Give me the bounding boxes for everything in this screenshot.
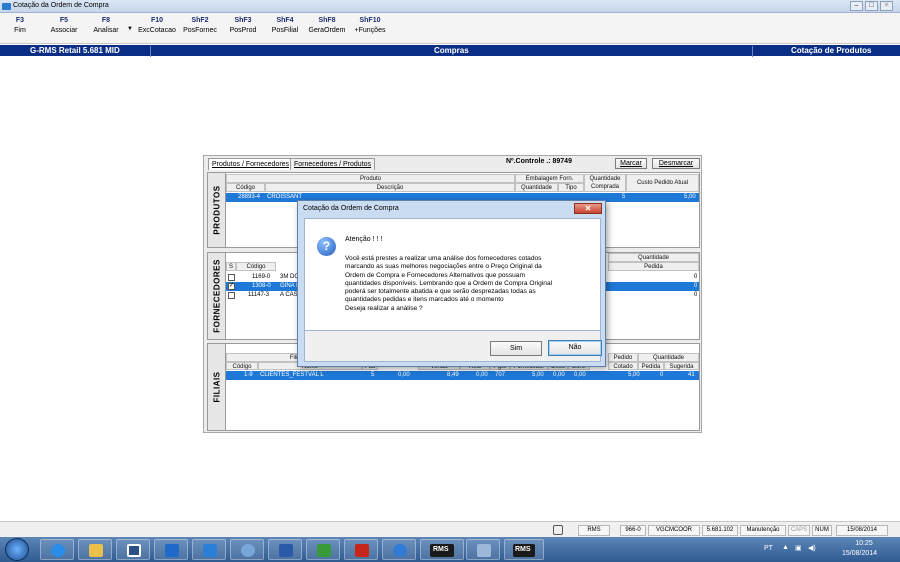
- app-taskbar-button[interactable]: [230, 539, 264, 560]
- minimize-icon[interactable]: –: [850, 1, 863, 11]
- volume-icon[interactable]: ◀): [808, 544, 816, 552]
- fim-button[interactable]: F3 Fim: [0, 17, 40, 34]
- header-custo-pedido: Custo Pedido Atual: [626, 174, 699, 192]
- row-checkbox[interactable]: [228, 274, 235, 281]
- confirm-dialog: Cotação da Ordem de Compra ✕ ? Atenção !…: [297, 200, 606, 367]
- window-title: Cotação da Ordem de Compra: [13, 2, 109, 9]
- dialog-message: Você está prestes a realizar uma análise…: [345, 255, 553, 312]
- header-quantidade: Quantidade: [638, 353, 699, 362]
- acrobat-taskbar-button[interactable]: [344, 539, 378, 560]
- header-produto: Produto: [226, 174, 515, 183]
- app-taskbar-button[interactable]: [466, 539, 500, 560]
- desmarcar-button[interactable]: Desmarcar: [652, 158, 700, 169]
- header-pedido: Pedido: [608, 353, 638, 362]
- header-tipo: Tipo: [558, 183, 584, 192]
- tab-produtos-fornecedores[interactable]: Produtos / Fornecedores: [208, 158, 294, 170]
- header-sugerida: Sugerida: [664, 362, 699, 370]
- function-key-toolbar: F3 Fim F5 Associar F8 Analisar ▼ F10 ExcCota…: [0, 13, 900, 44]
- header-embalagem: Embalagem Forn.: [515, 174, 584, 183]
- header-quantidade: Quantidade: [515, 183, 558, 192]
- header-s: S: [226, 262, 236, 271]
- module-header: G-RMS Retail 5.681 MID Compras Cotação d…: [0, 45, 900, 57]
- status-num: NUM: [812, 525, 832, 536]
- table-row[interactable]: 1-9 CLIENTES_FESTVAL L 5 0,00 8,49 0,00 …: [226, 371, 699, 380]
- app-icon: [2, 3, 11, 10]
- status-store: 966-0: [620, 525, 646, 536]
- tab-fornecedores-produtos[interactable]: Fornecedores / Produtos: [290, 158, 376, 170]
- tray-arrow-icon[interactable]: ▲: [782, 544, 789, 551]
- title-bar: Cotação da Ordem de Compra – □ ✕: [0, 0, 900, 13]
- row-checkbox-checked[interactable]: ✓: [228, 283, 235, 290]
- rms-taskbar-button[interactable]: RMS: [420, 539, 464, 560]
- produtos-side-label: PRODUTOS: [208, 173, 226, 247]
- lync-taskbar-button[interactable]: [192, 539, 226, 560]
- question-icon: ?: [317, 237, 336, 256]
- status-caps: CAPS: [788, 525, 810, 536]
- header-quantidade: Quantidade: [608, 253, 699, 262]
- posfornec-button[interactable]: ShF2 PosFornec: [180, 17, 220, 34]
- fornecedores-side-label: FORNECEDORES: [208, 253, 226, 339]
- analisar-button[interactable]: F8 Analisar: [86, 17, 126, 34]
- header-pedida: Pedida: [638, 362, 664, 370]
- close-icon[interactable]: ✕: [880, 1, 893, 11]
- dialog-body: ? Atenção ! ! ! Você está prestes a real…: [304, 218, 601, 331]
- dropdown-arrow-icon[interactable]: ▼: [127, 26, 133, 32]
- status-version: 5.681.102: [702, 525, 738, 536]
- outlook-taskbar-button[interactable]: [154, 539, 188, 560]
- monitor-icon: [553, 525, 563, 535]
- nao-button[interactable]: Não: [548, 340, 602, 356]
- status-program: VGCMCOOR: [648, 525, 700, 536]
- marcar-button[interactable]: Marcar: [615, 158, 647, 169]
- app-taskbar-button[interactable]: [382, 539, 416, 560]
- geraordem-button[interactable]: ShF8 GeraOrdem: [307, 17, 347, 34]
- mais-funcoes-button[interactable]: ShF10 +Funções: [350, 17, 390, 34]
- header-codigo: Código: [236, 262, 276, 271]
- associar-button[interactable]: F5 Associar: [44, 17, 84, 34]
- product-name: G-RMS Retail 5.681 MID: [30, 46, 120, 55]
- row-checkbox[interactable]: [228, 292, 235, 299]
- status-system: RMS: [578, 525, 610, 536]
- ie-taskbar-button[interactable]: [40, 539, 74, 560]
- taskbar: RMS RMS PT ▲ ▣ ◀) 10:25 15/08/2014: [0, 537, 900, 562]
- status-mode: Manutenção: [740, 525, 786, 536]
- explorer-taskbar-button[interactable]: [78, 539, 112, 560]
- clock-time[interactable]: 10:25: [849, 540, 879, 547]
- header-descricao: Descrição: [265, 183, 515, 192]
- status-date: 15/08/2014: [836, 525, 888, 536]
- header-pedida: Pedida: [608, 262, 699, 271]
- header-qtd-comprada: Quantidade Comprada: [584, 174, 626, 192]
- dialog-close-button[interactable]: ✕: [574, 203, 602, 214]
- start-button[interactable]: [5, 538, 29, 561]
- header-divider: [150, 46, 151, 57]
- filiais-side-label: FILIAIS: [208, 344, 226, 430]
- dialog-title: Cotação da Ordem de Compra: [303, 205, 399, 212]
- rms-taskbar-button[interactable]: RMS: [504, 539, 544, 560]
- app-taskbar-button[interactable]: [306, 539, 340, 560]
- dialog-footer: Sim Não: [304, 331, 602, 362]
- word-taskbar-button[interactable]: [268, 539, 302, 560]
- exccotacao-button[interactable]: F10 ExcCotacao: [137, 17, 177, 34]
- posprod-button[interactable]: ShF3 PosProd: [223, 17, 263, 34]
- numero-controle: Nº.Controle .: 89749: [506, 158, 572, 165]
- clock-date[interactable]: 15/08/2014: [842, 550, 877, 557]
- sim-button[interactable]: Sim: [490, 341, 542, 356]
- header-codigo: Código: [226, 362, 258, 370]
- dialog-heading: Atenção ! ! !: [345, 236, 383, 243]
- posfilial-button[interactable]: ShF4 PosFilial: [265, 17, 305, 34]
- language-indicator[interactable]: PT: [764, 545, 773, 552]
- media-taskbar-button[interactable]: [116, 539, 150, 560]
- maximize-icon[interactable]: □: [865, 1, 878, 11]
- screen-name: Cotação de Produtos: [791, 46, 872, 55]
- network-icon[interactable]: ▣: [795, 544, 802, 552]
- header-divider: [752, 46, 753, 57]
- header-cotado: Cotado: [608, 362, 638, 370]
- status-bar: RMS 966-0 VGCMCOOR 5.681.102 Manutenção …: [0, 521, 900, 537]
- header-codigo: Código: [226, 183, 265, 192]
- module-name: Compras: [434, 46, 469, 55]
